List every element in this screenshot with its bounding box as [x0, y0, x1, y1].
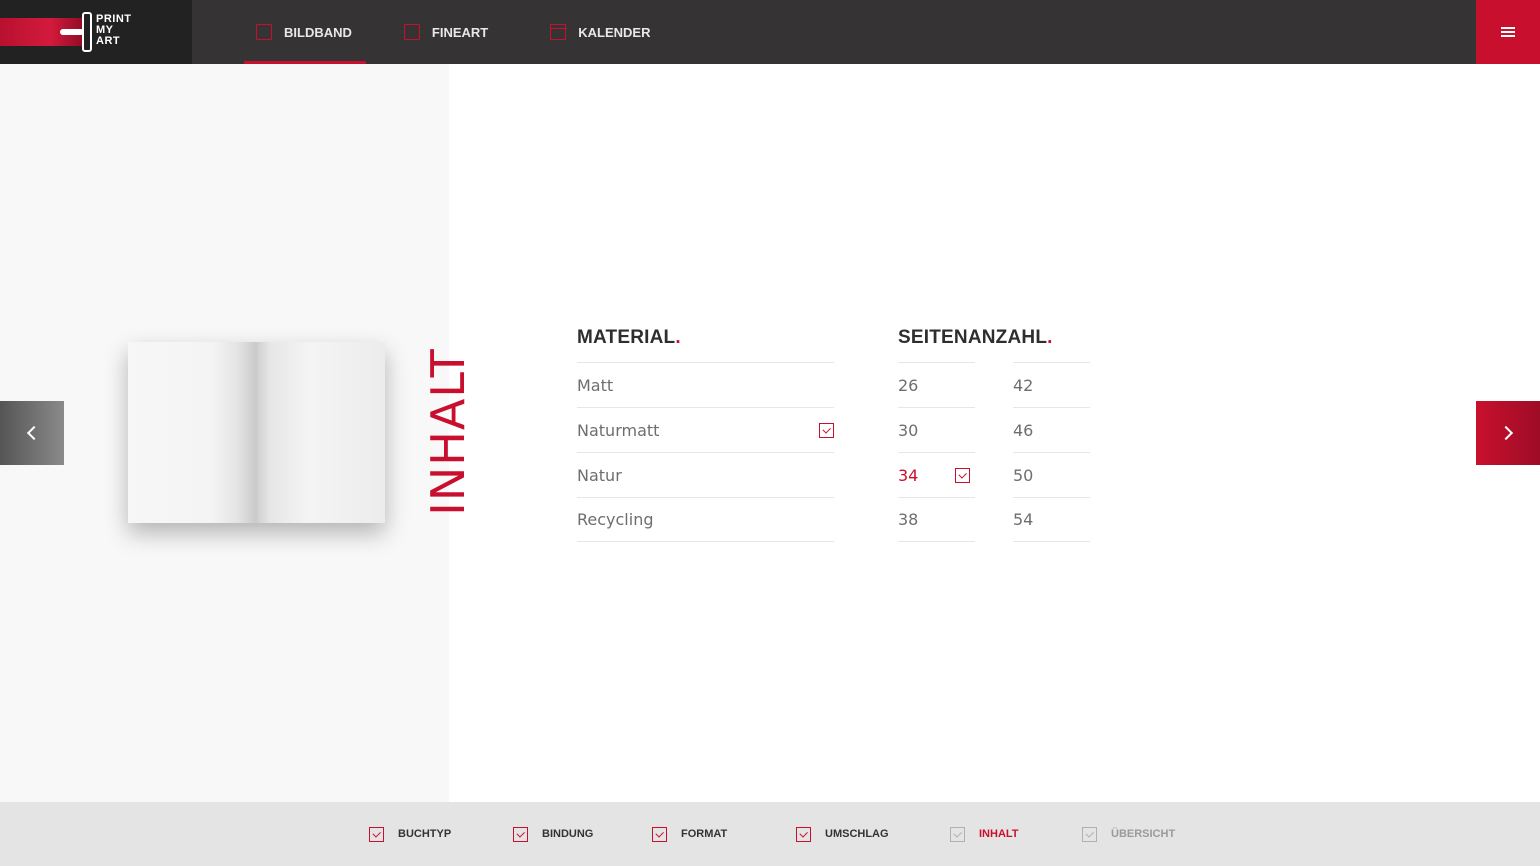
- option-label: 30: [898, 420, 919, 440]
- hamburger-icon: [1501, 27, 1515, 37]
- checkbox-icon: [950, 826, 965, 842]
- chevron-right-icon: [1498, 425, 1514, 441]
- option-label: 46: [1013, 420, 1034, 440]
- checkbox-checked-icon: [513, 826, 528, 842]
- step-bindung[interactable]: BINDUNG: [513, 802, 593, 866]
- chevron-left-icon: [26, 425, 42, 441]
- material-option-matt[interactable]: Matt: [577, 362, 834, 407]
- logo-line-3: ART: [96, 35, 121, 47]
- top-header: PRINT MY ART BILDBAND FINEART KALENDER: [0, 0, 1540, 64]
- progress-steps-bar: BUCHTYP BINDUNG FORMAT UMSCHLAG INHALT Ü…: [0, 802, 1540, 866]
- checkbox-checked-icon: [819, 422, 834, 438]
- material-option-recycling[interactable]: Recycling: [577, 497, 834, 542]
- option-label: Naturmatt: [577, 420, 660, 440]
- material-option-naturmatt[interactable]: Naturmatt: [577, 407, 834, 452]
- book-left-page: [128, 342, 257, 523]
- checkbox-checked-icon: [652, 826, 667, 842]
- checkbox-icon: [1082, 826, 1097, 842]
- page-count-option[interactable]: 38: [898, 497, 975, 542]
- menu-button[interactable]: [1476, 0, 1540, 64]
- option-label: Recycling: [577, 510, 654, 529]
- nav-tab-kalender[interactable]: KALENDER: [549, 0, 651, 64]
- step-label: UMSCHLAG: [825, 828, 889, 840]
- book-preview-panel: [0, 64, 449, 802]
- frame-icon: [403, 24, 420, 40]
- book-right-page: [257, 342, 385, 523]
- page-count-option[interactable]: 42: [1013, 362, 1090, 407]
- page-count-options-column-2: 42 46 50 54: [1013, 362, 1090, 542]
- material-options: Matt Naturmatt Natur Recycling: [577, 362, 834, 542]
- next-step-button[interactable]: [1476, 401, 1540, 465]
- page-count-option[interactable]: 26: [898, 362, 975, 407]
- nav-tab-label: BILDBAND: [284, 24, 352, 40]
- nav-tab-bildband[interactable]: BILDBAND: [244, 0, 366, 64]
- checkbox-checked-icon: [955, 467, 970, 483]
- step-label: INHALT: [979, 828, 1019, 840]
- step-label: FORMAT: [681, 828, 728, 840]
- step-umschlag[interactable]: UMSCHLAG: [796, 802, 889, 866]
- page-count-heading-text: SEITENANZAHL: [898, 327, 1048, 348]
- checkbox-checked-icon: [369, 826, 384, 842]
- step-buchtyp[interactable]: BUCHTYP: [369, 802, 451, 866]
- page-count-option[interactable]: 46: [1013, 407, 1090, 452]
- page-count-options-column-1: 26 30 34 38: [898, 362, 975, 542]
- page-count-option[interactable]: 30: [898, 407, 975, 452]
- option-label: Matt: [577, 375, 614, 395]
- step-label: BUCHTYP: [398, 828, 452, 840]
- step-label: ÜBERSICHT: [1111, 828, 1176, 840]
- logo-text: PRINT MY ART: [96, 14, 132, 47]
- option-label: 38: [898, 510, 919, 529]
- option-label: 26: [898, 375, 919, 395]
- page-count-option-selected[interactable]: 34: [898, 452, 975, 497]
- page-count-option[interactable]: 54: [1013, 497, 1090, 542]
- paint-roller-icon: [82, 12, 92, 52]
- logo-roller-handle: [60, 29, 84, 35]
- main-nav: BILDBAND FINEART KALENDER: [244, 0, 650, 64]
- step-inhalt[interactable]: INHALT: [950, 802, 1019, 866]
- nav-tab-label: KALENDER: [578, 24, 651, 40]
- option-label: 34: [898, 465, 919, 485]
- section-vertical-title-text: INHALT: [421, 348, 475, 516]
- step-format[interactable]: FORMAT: [652, 802, 727, 866]
- option-label: 50: [1013, 465, 1034, 485]
- material-heading-text: MATERIAL: [577, 327, 676, 348]
- calendar-icon: [549, 24, 567, 40]
- checkbox-checked-icon: [796, 826, 811, 842]
- material-heading: MATERIAL.: [577, 327, 681, 348]
- step-label: BINDUNG: [542, 828, 594, 840]
- section-vertical-title: INHALT: [421, 348, 475, 515]
- material-option-natur[interactable]: Natur: [577, 452, 834, 497]
- option-label: Natur: [577, 465, 622, 485]
- book-icon: [256, 24, 272, 40]
- logo[interactable]: PRINT MY ART: [0, 0, 192, 64]
- page-count-heading: SEITENANZAHL.: [898, 327, 1053, 348]
- nav-tab-label: FINEART: [431, 24, 489, 40]
- option-label: 42: [1013, 375, 1034, 395]
- nav-tab-fineart[interactable]: FINEART: [403, 0, 489, 64]
- open-book-preview: [128, 342, 385, 523]
- previous-step-button[interactable]: [0, 401, 64, 465]
- step-uebersicht[interactable]: ÜBERSICHT: [1082, 802, 1175, 866]
- option-label: 54: [1013, 510, 1034, 529]
- page-count-option[interactable]: 50: [1013, 452, 1090, 497]
